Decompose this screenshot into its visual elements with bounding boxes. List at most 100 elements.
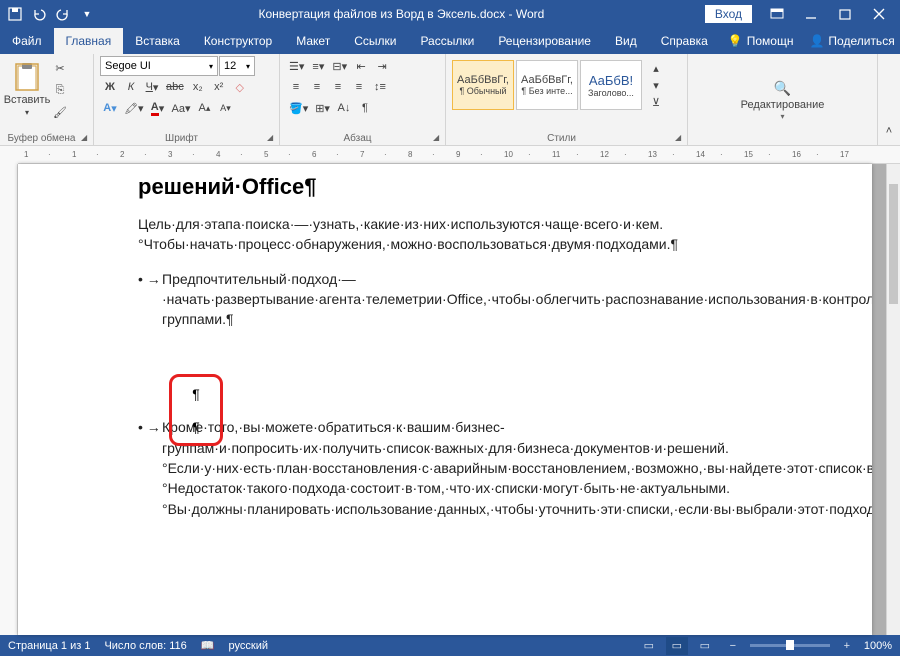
style-no-spacing[interactable]: АаБбВвГг, ¶ Без инте... [516, 60, 578, 110]
list-item: Кроме·того,·вы·можете·обратиться·к·вашим… [162, 417, 812, 518]
zoom-out-icon[interactable]: − [722, 637, 744, 655]
ribbon-tabs: Файл Главная Вставка Конструктор Макет С… [0, 28, 900, 54]
style-normal[interactable]: АаБбВвГг, ¶ Обычный [452, 60, 514, 110]
bold-button[interactable]: Ж [100, 77, 120, 97]
font-launcher-icon[interactable]: ◢ [267, 133, 277, 143]
text-effects-icon[interactable]: A▾ [100, 98, 120, 118]
tab-file[interactable]: Файл [0, 28, 54, 54]
copy-icon[interactable]: ⎘ [50, 80, 70, 100]
clear-format-icon[interactable]: ◇ [230, 77, 250, 97]
align-left-icon[interactable]: ≡ [286, 77, 306, 97]
undo-icon[interactable] [28, 3, 50, 25]
login-button[interactable]: Вход [705, 5, 752, 23]
tab-view[interactable]: Вид [603, 28, 649, 54]
minimize-icon[interactable] [794, 0, 828, 28]
paragraph: Цель·для·этапа·поиска·—·узнать,·какие·из… [138, 214, 812, 255]
style-heading1[interactable]: АаБбВ! Заголово... [580, 60, 642, 110]
underline-button[interactable]: Ч▾ [142, 77, 162, 97]
tab-references[interactable]: Ссылки [342, 28, 408, 54]
status-proofing-icon[interactable]: 📖 [201, 639, 215, 652]
find-icon[interactable]: 🔍 [771, 78, 794, 98]
shrink-font-icon[interactable]: A▾ [215, 98, 235, 118]
grow-font-icon[interactable]: A▴ [194, 98, 214, 118]
increase-indent-icon[interactable]: ⇥ [372, 56, 392, 76]
print-layout-icon[interactable]: ▭ [666, 637, 688, 655]
styles-scroll-down-icon[interactable]: ▾ [646, 77, 666, 93]
font-size-select[interactable]: 12▾ [219, 56, 255, 76]
chevron-down-icon: ▾ [25, 108, 29, 117]
bullets-icon[interactable]: ☰▾ [286, 56, 307, 76]
subscript-button[interactable]: x₂ [188, 77, 208, 97]
vertical-ruler[interactable] [0, 164, 18, 635]
sort-icon[interactable]: A↓ [334, 98, 354, 118]
font-color-icon[interactable]: A▾ [148, 98, 168, 118]
font-name-select[interactable]: Segoe UI▾ [100, 56, 218, 76]
group-paragraph: ☰▾ ≡▾ ⊟▾ ⇤ ⇥ ≡ ≡ ≡ ≡ ↕≡ 🪣▾ ⊞▾ A↓ ¶ Абзац… [280, 54, 446, 145]
strike-button[interactable]: abc [163, 77, 187, 97]
zoom-level[interactable]: 100% [864, 640, 892, 652]
tell-me-button[interactable]: 💡Помощн [720, 28, 802, 54]
borders-icon[interactable]: ⊞▾ [312, 98, 333, 118]
scrollbar-thumb[interactable] [889, 184, 898, 304]
ribbon: Вставить ▾ ✂ ⎘ 🖌 Буфер обмена ◢ Segoe UI… [0, 54, 900, 146]
line-spacing-icon[interactable]: ↕≡ [370, 77, 390, 97]
styles-scroll-up-icon[interactable]: ▴ [646, 60, 666, 76]
zoom-slider[interactable] [750, 644, 830, 647]
align-center-icon[interactable]: ≡ [307, 77, 327, 97]
clipboard-icon [14, 62, 40, 92]
styles-expand-icon[interactable]: ⊻ [646, 94, 666, 110]
read-mode-icon[interactable]: ▭ [638, 637, 660, 655]
tab-home[interactable]: Главная [54, 28, 124, 54]
tab-help[interactable]: Справка [649, 28, 720, 54]
tab-review[interactable]: Рецензирование [486, 28, 603, 54]
highlight-icon[interactable]: 🖍▾ [121, 98, 147, 118]
vertical-scrollbar[interactable] [886, 164, 900, 635]
redo-icon[interactable] [52, 3, 74, 25]
tab-layout[interactable]: Макет [284, 28, 342, 54]
tab-insert[interactable]: Вставка [123, 28, 192, 54]
group-clipboard: Вставить ▾ ✂ ⎘ 🖌 Буфер обмена ◢ [0, 54, 94, 145]
window-controls [760, 0, 896, 28]
document-area: решений·Office¶ Цель·для·этапа·поиска·—·… [0, 164, 900, 635]
lightbulb-icon: 💡 [728, 34, 743, 48]
paragraph-launcher-icon[interactable]: ◢ [433, 133, 443, 143]
share-button[interactable]: 👤Поделиться [801, 28, 900, 54]
format-painter-icon[interactable]: 🖌 [50, 102, 70, 122]
show-marks-icon[interactable]: ¶ [355, 98, 375, 118]
chevron-down-icon: ▾ [780, 112, 784, 121]
group-styles: АаБбВвГг, ¶ Обычный АаБбВвГг, ¶ Без инте… [446, 54, 688, 145]
decrease-indent-icon[interactable]: ⇤ [351, 56, 371, 76]
status-page[interactable]: Страница 1 из 1 [8, 640, 90, 652]
clipboard-launcher-icon[interactable]: ◢ [81, 133, 91, 143]
title-bar: ▼ Конвертация файлов из Ворд в Эксель.do… [0, 0, 900, 28]
maximize-icon[interactable] [828, 0, 862, 28]
web-layout-icon[interactable]: ▭ [694, 637, 716, 655]
heading: решений·Office¶ [138, 174, 812, 200]
window-title: Конвертация файлов из Ворд в Эксель.docx… [98, 7, 705, 21]
tab-mailings[interactable]: Рассылки [408, 28, 486, 54]
tab-design[interactable]: Конструктор [192, 28, 284, 54]
shading-icon[interactable]: 🪣▾ [286, 98, 311, 118]
superscript-button[interactable]: x² [209, 77, 229, 97]
horizontal-ruler[interactable]: 1·1·2·3·4·5·6·7·8·9·10·11·12·13·14·15·16… [0, 146, 900, 164]
ribbon-options-icon[interactable] [760, 0, 794, 28]
numbering-icon[interactable]: ≡▾ [308, 56, 328, 76]
paste-button[interactable]: Вставить ▾ [6, 56, 48, 122]
zoom-in-icon[interactable]: + [836, 637, 858, 655]
change-case-button[interactable]: Aa▾ [169, 98, 194, 118]
justify-icon[interactable]: ≡ [349, 77, 369, 97]
status-language[interactable]: русский [229, 640, 268, 652]
align-right-icon[interactable]: ≡ [328, 77, 348, 97]
document-page[interactable]: решений·Office¶ Цель·для·этапа·поиска·—·… [18, 164, 872, 635]
close-icon[interactable] [862, 0, 896, 28]
status-words[interactable]: Число слов: 116 [104, 640, 186, 652]
cut-icon[interactable]: ✂ [50, 58, 70, 78]
share-icon: 👤 [809, 34, 824, 48]
save-icon[interactable] [4, 3, 26, 25]
italic-button[interactable]: К [121, 77, 141, 97]
collapse-ribbon-icon[interactable]: ˄ [879, 121, 899, 141]
styles-launcher-icon[interactable]: ◢ [675, 133, 685, 143]
multilevel-icon[interactable]: ⊟▾ [329, 56, 350, 76]
qat-customize-icon[interactable]: ▼ [76, 3, 98, 25]
quick-access-toolbar: ▼ [4, 3, 98, 25]
